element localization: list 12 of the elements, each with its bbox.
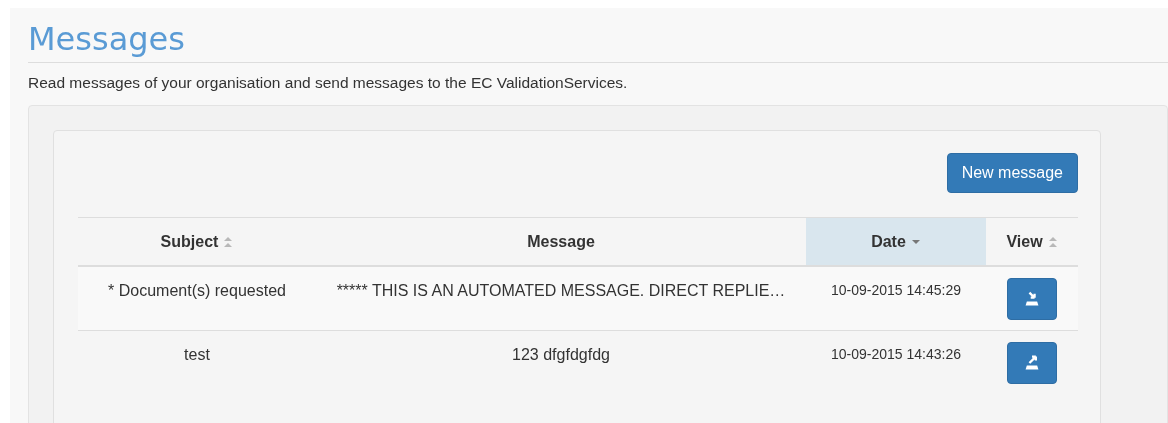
page-description: Read messages of your organisation and send messages to the EC ValidationServices. — [28, 74, 629, 92]
message-cell: ***** THIS IS AN AUTOMATED MESSAGE. DIRECT REPLIE… — [336, 282, 786, 299]
view-button[interactable] — [1007, 341, 1057, 384]
date-cell: 10-09-2015 14:45:29 — [831, 282, 961, 298]
message-cell: 123 dfgfdgfdg — [512, 345, 610, 363]
subject-cell: * Document(s) requested — [108, 282, 286, 299]
date-cell: 10-09-2015 14:43:26 — [831, 345, 961, 362]
column-header[interactable]: Date — [806, 217, 986, 266]
page-title: Messages — [28, 18, 1168, 63]
subject-cell: test — [184, 345, 210, 363]
view-button[interactable] — [1007, 278, 1057, 320]
new-message-button[interactable]: New message — [946, 153, 1078, 193]
